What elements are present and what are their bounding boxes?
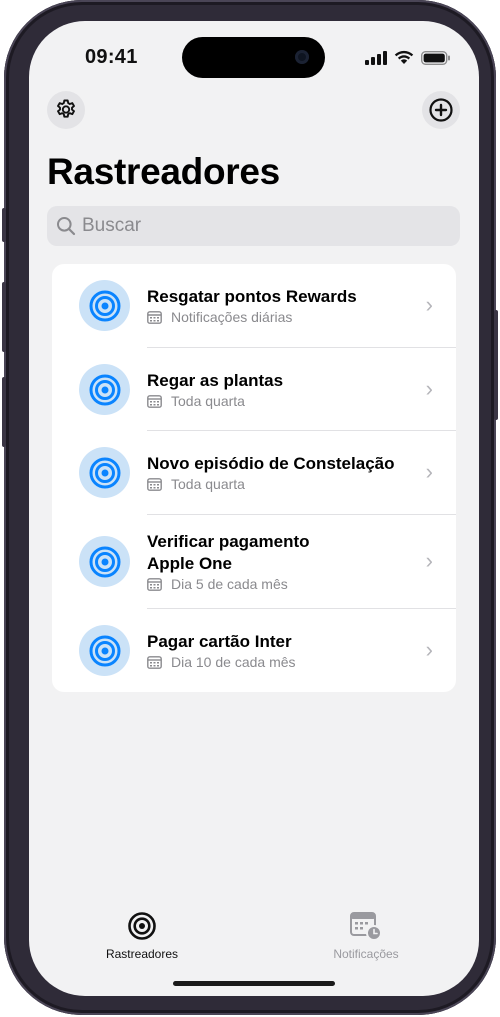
search-icon: [56, 216, 76, 236]
chevron-right-icon: ›: [425, 459, 433, 484]
search-bar[interactable]: [47, 206, 460, 246]
target-icon: [89, 635, 120, 666]
camera-icon: [295, 50, 309, 64]
calendar-clock-icon: [350, 912, 382, 941]
phone-frame: 09:41 Rastreadores Buscar Resgatar ponto…: [2, 0, 498, 1015]
tracker-schedule-text: Dia 5 de cada mês: [171, 576, 288, 592]
wifi-icon: [394, 50, 414, 64]
cellular-signal-icon: [365, 50, 387, 65]
settings-button[interactable]: [47, 91, 85, 129]
tracker-schedule: Dia 5 de cada mês: [147, 576, 288, 592]
tracker-schedule: Notificações diárias: [147, 309, 292, 325]
battery-icon: [421, 50, 450, 65]
target-icon: [89, 374, 120, 405]
chevron-right-icon: ›: [425, 292, 433, 317]
tab-label: Rastreadores: [105, 947, 179, 961]
tracker-name: Resgatar pontos Rewards: [147, 287, 357, 306]
volume-up-button: [2, 282, 6, 352]
chevron-right-icon: ›: [425, 637, 433, 662]
calendar-icon: [147, 310, 162, 324]
target-icon: [89, 546, 120, 577]
tab-rastreadores[interactable]: Rastreadores: [92, 911, 192, 961]
target-icon: [128, 912, 156, 940]
tracker-icon-circle: [79, 447, 130, 498]
calendar-icon: [147, 577, 162, 591]
calendar-icon: [147, 655, 162, 669]
target-icon: [89, 290, 120, 321]
tracker-schedule-text: Dia 10 de cada mês: [171, 654, 296, 670]
tracker-schedule: Toda quarta: [147, 476, 245, 492]
add-tracker-button[interactable]: [422, 91, 460, 129]
tracker-schedule-text: Toda quarta: [171, 476, 245, 492]
tracker-schedule-text: Toda quarta: [171, 393, 245, 409]
search-input[interactable]: [82, 215, 422, 237]
tracker-row[interactable]: Resgatar pontos Rewards Notificações diá…: [52, 264, 456, 348]
volume-down-button: [2, 377, 6, 447]
tracker-schedule: Toda quarta: [147, 393, 245, 409]
tracker-name: Novo episódio de Constelação: [147, 454, 395, 473]
power-button: [494, 310, 498, 420]
tracker-icon-circle: [79, 536, 130, 587]
mute-switch: [2, 208, 6, 242]
screen: 09:41 Rastreadores Buscar Resgatar ponto…: [29, 21, 479, 996]
chevron-right-icon: ›: [425, 376, 433, 401]
tracker-name: Regar as plantas: [147, 371, 284, 390]
tab-notificacoes[interactable]: Notificações: [316, 911, 416, 961]
status-icons: [365, 50, 451, 65]
chevron-right-icon: ›: [425, 548, 433, 573]
tracker-schedule-text: Notificações diárias: [171, 309, 293, 325]
tracker-icon-circle: [79, 625, 130, 676]
status-bar: 09:41: [29, 21, 479, 81]
tracker-name: Verificar pagamento Apple One: [147, 532, 310, 573]
tab-label: Notificações: [333, 947, 399, 961]
tracker-schedule: Dia 10 de cada mês: [147, 654, 296, 670]
status-time: 09:41: [85, 46, 138, 68]
tracker-icon-circle: [79, 364, 130, 415]
tracker-list: Resgatar pontos Rewards Notificações diá…: [52, 264, 456, 692]
plus-circle-icon: [429, 98, 453, 122]
calendar-icon: [147, 394, 162, 408]
tracker-row[interactable]: Novo episódio de Constelação Toda quarta…: [52, 431, 456, 515]
tracker-row[interactable]: Pagar cartão Inter Dia 10 de cada mês ›: [52, 609, 456, 692]
calendar-icon: [147, 477, 162, 491]
tracker-row[interactable]: Verificar pagamento Apple One Dia 5 de c…: [52, 515, 456, 609]
tracker-icon-circle: [79, 280, 130, 331]
page-title: Rastreadores: [47, 151, 280, 192]
tracker-row[interactable]: Regar as plantas Toda quarta ›: [52, 348, 456, 431]
target-icon: [89, 457, 120, 488]
home-indicator[interactable]: [173, 981, 335, 986]
tracker-name: Pagar cartão Inter: [147, 632, 292, 651]
dynamic-island: [182, 37, 325, 78]
gear-icon: [57, 99, 75, 118]
